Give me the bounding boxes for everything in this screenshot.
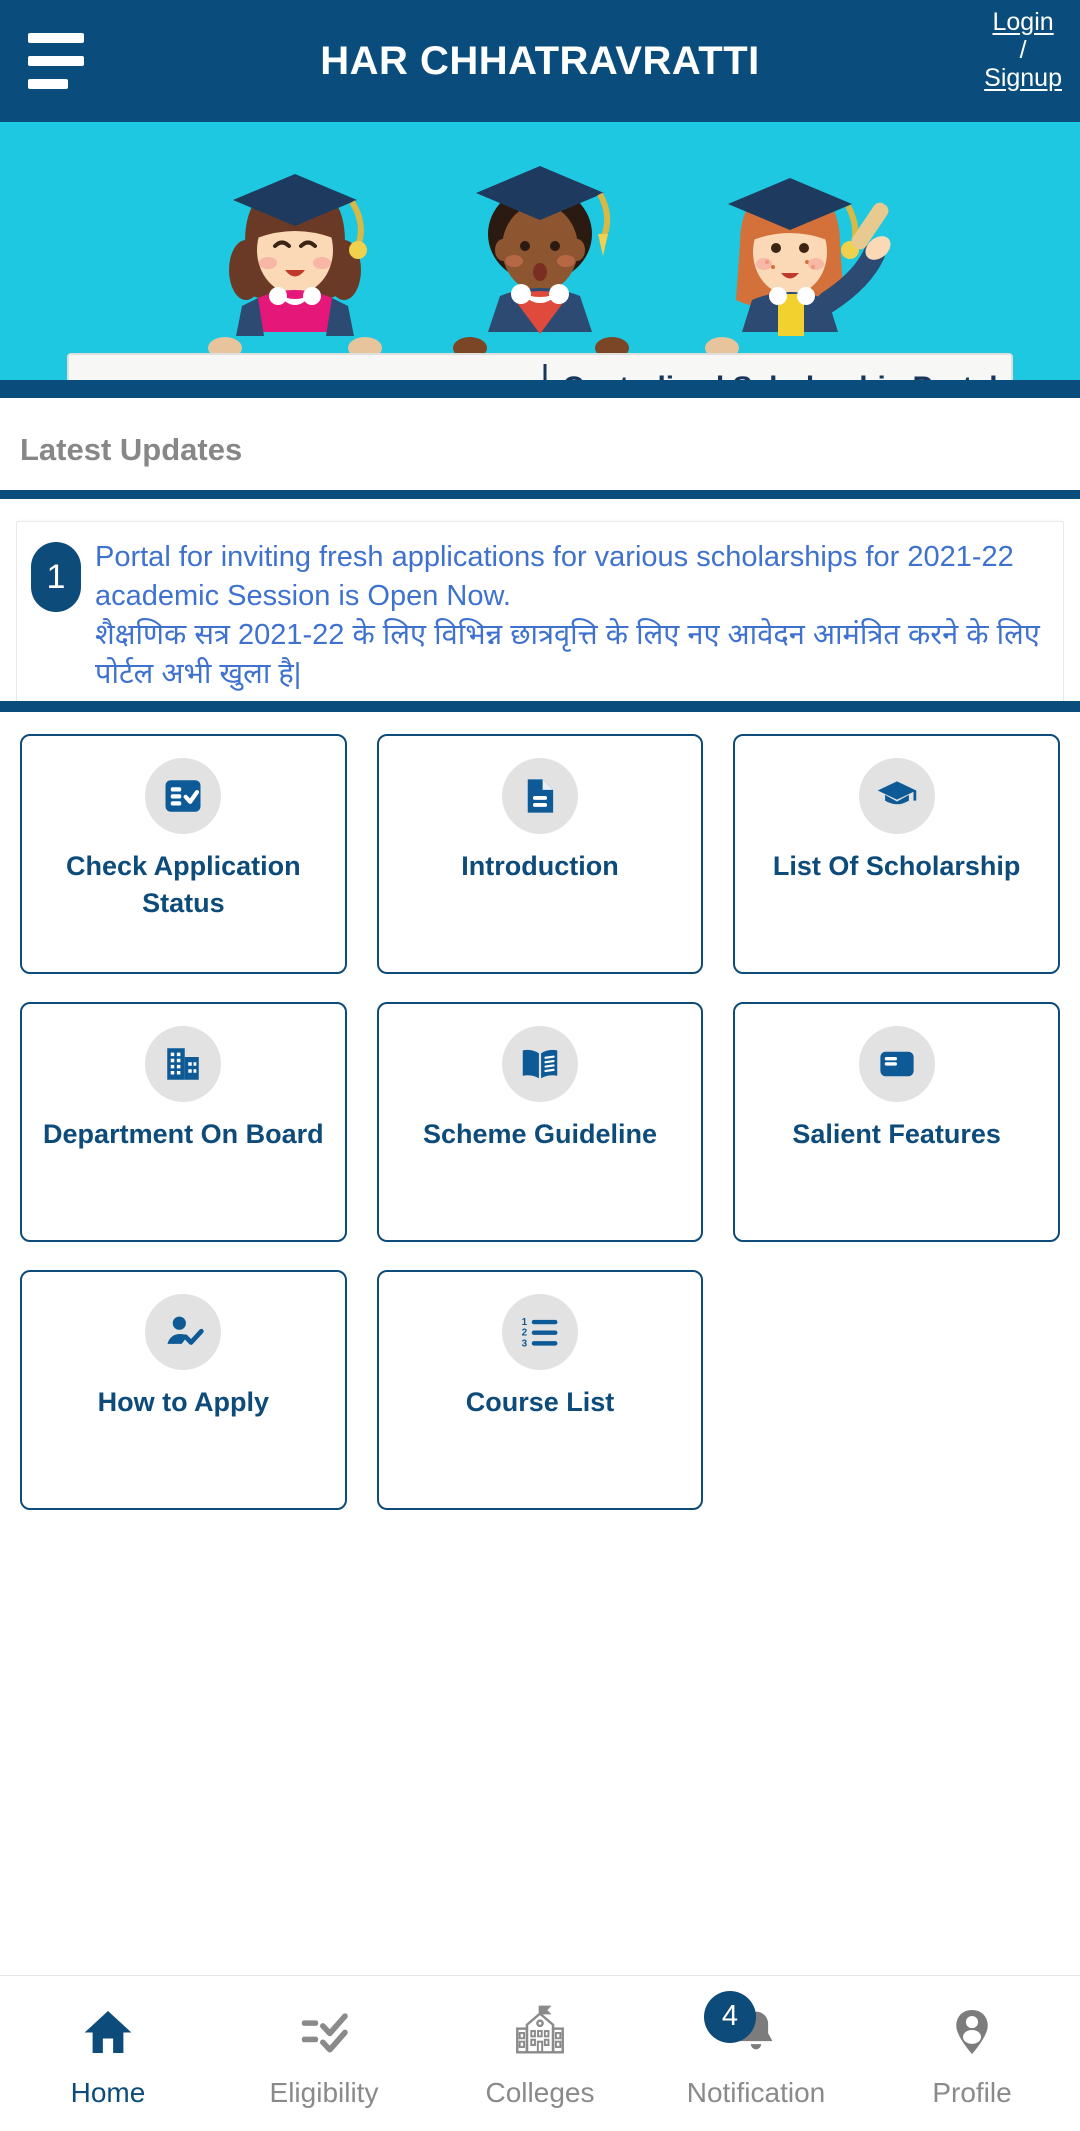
tile-label: How to Apply — [97, 1387, 270, 1417]
svg-text:2: 2 — [522, 1328, 528, 1339]
tile-label: Course List — [465, 1387, 615, 1417]
update-text-hi: शैक्षणिक सत्र 2021-22 के लिए विभिन्न छात… — [95, 619, 1040, 691]
tile-introduction[interactable]: Introduction — [376, 734, 704, 974]
updates-list[interactable]: 1 Portal for inviting fresh applications… — [16, 499, 1064, 701]
login-label: Login — [992, 8, 1054, 36]
tile-label: List Of Scholarship — [772, 851, 1021, 881]
banner-signboard: Har-Chhatravratti Centralized Scholarshi… — [67, 353, 1013, 380]
login-signup-separator: / — [1019, 36, 1027, 64]
tile-label: Introduction — [461, 851, 619, 881]
tile-course-list[interactable]: 123 Course List — [376, 1270, 704, 1510]
nav-label: Notification — [686, 2076, 826, 2108]
card-article-icon — [858, 1026, 935, 1102]
user-profile-icon — [945, 1999, 999, 2065]
update-text: Portal for inviting fresh applications f… — [95, 538, 1045, 695]
nav-label: Colleges — [485, 2076, 595, 2108]
bottom-navigation-bar: Home Eligibility Colleges 4 Notification… — [0, 1975, 1080, 2131]
update-number-badge: 1 — [31, 542, 81, 612]
tile-label: Salient Features — [792, 1119, 1001, 1149]
open-book-icon — [501, 1026, 578, 1102]
college-building-icon — [511, 1999, 569, 2065]
nav-item-eligibility[interactable]: Eligibility — [216, 1976, 432, 2131]
checklist-form-icon — [145, 758, 222, 834]
document-icon — [501, 758, 578, 834]
tile-salient-features[interactable]: Salient Features — [733, 1002, 1060, 1242]
app-header: HAR CHHATRAVRATTI Login / Signup — [0, 0, 1080, 122]
hamburger-menu-icon[interactable] — [22, 29, 94, 93]
tile-list-of-scholarship[interactable]: List Of Scholarship — [733, 734, 1060, 974]
latest-updates-heading: Latest Updates — [20, 432, 243, 467]
numbered-list-icon: 123 — [501, 1294, 578, 1370]
nav-label: Home — [70, 2076, 146, 2108]
nav-label: Profile — [932, 2076, 1012, 2108]
section-divider-bottom — [0, 701, 1080, 712]
notification-badge: 4 — [704, 1990, 756, 2043]
tile-scheme-guideline[interactable]: Scheme Guideline — [376, 1002, 704, 1242]
section-divider-top — [0, 490, 1080, 499]
page-title: HAR CHHATRAVRATTI — [320, 38, 760, 83]
tile-label: Check Application Status — [66, 851, 301, 919]
checklist-icon — [296, 1999, 352, 2065]
nav-label: Eligibility — [269, 2076, 379, 2108]
latest-updates-section: Latest Updates 1 Portal for inviting fre… — [0, 398, 1080, 712]
quick-links-grid: Check Application Status Introduction Li… — [0, 712, 1080, 1510]
tile-check-application-status[interactable]: Check Application Status — [20, 734, 347, 974]
tile-label: Scheme Guideline — [422, 1119, 658, 1149]
svg-text:1: 1 — [522, 1317, 528, 1328]
svg-text:3: 3 — [522, 1338, 528, 1349]
list-item[interactable]: 1 Portal for inviting fresh applications… — [16, 521, 1064, 701]
tile-department-on-board[interactable]: Department On Board — [20, 1002, 347, 1242]
graduation-cap-icon — [858, 758, 935, 834]
hero-banner: Har-Chhatravratti Centralized Scholarshi… — [0, 122, 1080, 380]
banner-bottom-strip — [0, 380, 1080, 398]
building-icon — [145, 1026, 222, 1102]
bell-icon: 4 — [704, 1990, 782, 2065]
update-text-en: Portal for inviting fresh applications f… — [95, 541, 1014, 613]
tile-how-to-apply[interactable]: How to Apply — [20, 1270, 347, 1510]
user-check-icon — [145, 1294, 222, 1370]
svg-text:Har-Chhatravratti: Har-Chhatravratti — [111, 372, 489, 380]
svg-text:Centralized Scholarship Portal: Centralized Scholarship Portal — [562, 371, 997, 380]
tile-label: Department On Board — [43, 1119, 324, 1149]
nav-item-notification[interactable]: 4 Notification — [648, 1976, 864, 2131]
login-signup-link[interactable]: Login / Signup — [984, 8, 1062, 92]
nav-item-home[interactable]: Home — [0, 1976, 216, 2131]
nav-item-colleges[interactable]: Colleges — [432, 1976, 648, 2131]
signup-label: Signup — [984, 64, 1062, 92]
home-icon — [80, 1999, 136, 2065]
banner-illustration: Har-Chhatravratti Centralized Scholarshi… — [0, 122, 1080, 380]
nav-item-profile[interactable]: Profile — [864, 1976, 1080, 2131]
